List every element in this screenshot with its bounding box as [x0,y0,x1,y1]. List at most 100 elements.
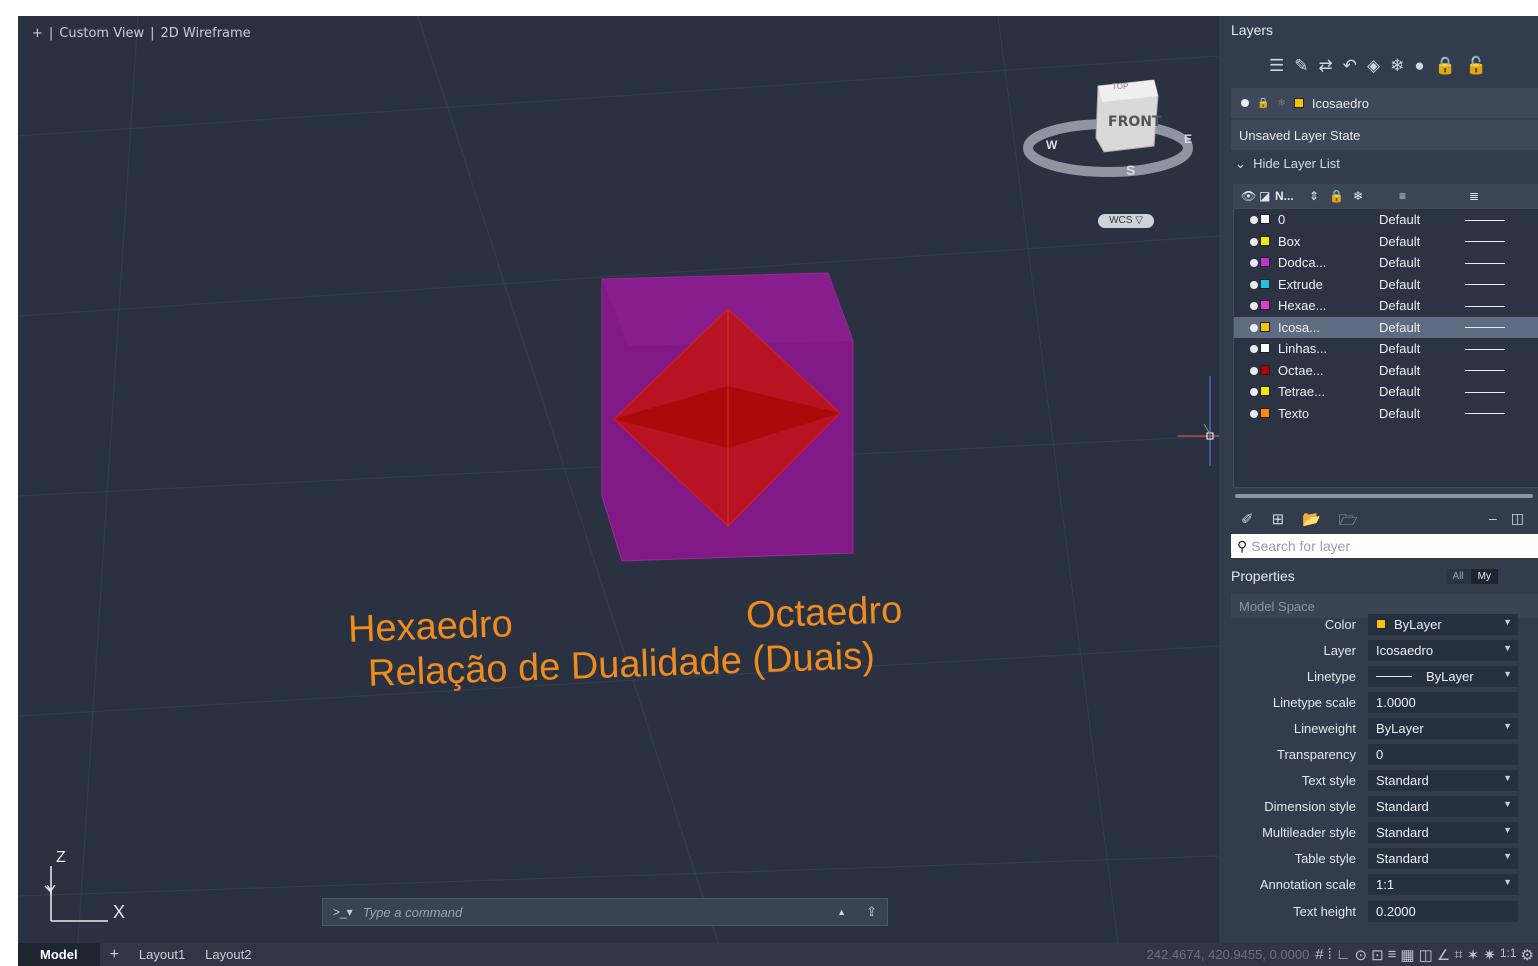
layer-color-swatch[interactable] [1260,300,1270,311]
current-layer-dropdown[interactable]: 🔒 ❄ Icosaedro [1231,88,1538,118]
layer-linetype[interactable]: Default [1379,363,1465,378]
layer-lineweight-line[interactable] [1465,327,1505,329]
ortho-icon[interactable]: ∟ [1336,946,1351,964]
layer-lineweight-line[interactable] [1465,348,1505,350]
off-layer-icon[interactable]: ● [1414,56,1424,76]
layer-row[interactable]: Icosa... Default [1234,316,1538,338]
layer-row[interactable]: Octae... Default [1234,360,1538,382]
lineweight-header-icon[interactable]: ≣ [1469,189,1479,203]
wcs-menu[interactable]: WCS ▽ [1098,214,1154,228]
command-prompt-button[interactable]: >_▾ [323,905,363,919]
compass-s[interactable]: S [1126,162,1135,178]
layer-linetype[interactable]: Default [1379,341,1465,356]
layer-state-dropdown[interactable]: Unsaved Layer State [1231,120,1538,150]
layer-lineweight-line[interactable] [1465,413,1505,415]
layer-lineweight-line[interactable] [1465,219,1505,221]
command-line[interactable]: >_▾ Type a command ▲ ⇪ [322,898,888,926]
viewcube-front-label[interactable]: FRONT [1108,114,1162,130]
layer-linetype[interactable]: Default [1379,406,1465,421]
isolate-layer-icon[interactable]: ◈ [1367,56,1380,76]
layer-color-swatch[interactable] [1260,257,1270,268]
layer-lineweight-line[interactable] [1465,391,1505,393]
property-value-field[interactable]: Standard ▼ [1368,821,1518,843]
compass-e[interactable]: E [1184,132,1192,146]
new-layer-icon[interactable]: ✐ [1241,510,1254,535]
dynamic-ucs-icon[interactable]: ∠ [1437,946,1450,964]
collapse-icon[interactable]: – [1489,510,1497,527]
layer-row[interactable]: Dodca... Default [1234,252,1538,274]
property-value-field[interactable]: 1.0000 [1368,691,1518,713]
layer-color-swatch[interactable] [1260,343,1270,354]
layer-row[interactable]: Extrude Default [1234,274,1538,296]
freeze-layer-icon[interactable]: ❄ [1390,56,1404,76]
layer-color-swatch[interactable] [1260,407,1270,418]
previous-layer-icon[interactable]: ↶ [1343,56,1357,76]
workspace-icon[interactable]: ⚙ [1521,946,1534,964]
layer-linetype[interactable]: Default [1379,320,1465,335]
layer-row[interactable]: Hexae... Default [1234,295,1538,317]
property-value-field[interactable]: ByLayer ▼ [1368,613,1518,635]
text-octaedro[interactable]: Octaedro [745,589,903,637]
layer-lineweight-line[interactable] [1465,262,1505,264]
drawing-viewport[interactable]: + | Custom View | 2D Wireframe TOP FRONT… [18,16,1219,943]
filter-all-button[interactable]: All [1445,568,1471,584]
layer-row[interactable]: Texto Default [1234,403,1538,425]
layer-filter-icon[interactable]: 🗁 [1339,510,1358,535]
annotation-visibility-icon[interactable]: ✶ [1467,946,1480,964]
visual-style-control[interactable]: 2D Wireframe [160,26,250,41]
property-value-field[interactable]: 1:1 ▼ [1368,873,1518,895]
layer-lineweight-line[interactable] [1465,284,1505,286]
layer-lineweight-line[interactable] [1465,370,1505,372]
layer-linetype[interactable]: Default [1379,298,1465,313]
layer-color-swatch[interactable] [1260,386,1270,397]
name-column-header[interactable]: N... [1275,189,1309,203]
osnap-icon[interactable]: ⊡ [1371,946,1384,964]
linetype-header-icon[interactable]: ≡ [1399,189,1469,203]
layer-row[interactable]: Tetrae... Default [1234,381,1538,403]
snap-icon[interactable]: ⁞ [1328,946,1332,964]
new-layer-vp-frozen-icon[interactable]: ⊞ [1272,510,1285,535]
tab-add-layout[interactable]: + [100,943,129,966]
property-value-field[interactable]: 0.2000 [1368,900,1518,922]
command-history-arrow-icon[interactable]: ▲ [827,907,856,917]
unlock-layer-icon[interactable]: 🔓 [1466,56,1487,76]
layer-row[interactable]: Box Default [1234,231,1538,253]
horizontal-scrollbar[interactable] [1235,494,1533,498]
viewport-plus-button[interactable]: + [32,26,43,41]
scale-label[interactable]: 1:1 [1500,946,1517,964]
match-layer-icon[interactable]: ⇄ [1319,56,1333,76]
tab-layout1[interactable]: Layout1 [129,943,195,966]
view-control[interactable]: Custom View [59,26,144,41]
lineweight-icon[interactable]: ≡ [1388,946,1397,964]
transparency-icon[interactable]: ▦ [1400,946,1414,964]
property-value-field[interactable]: Standard ▼ [1368,795,1518,817]
command-input[interactable]: Type a command [363,905,827,920]
tab-model[interactable]: Model [18,943,100,966]
columns-icon[interactable]: ◫ [1511,510,1524,527]
layer-linetype[interactable]: Default [1379,255,1465,270]
freeze-header-icon[interactable]: ❄ [1353,189,1399,203]
layer-lineweight-line[interactable] [1465,241,1505,243]
color-header-icon[interactable]: ◪ [1259,189,1275,203]
layer-color-swatch[interactable] [1260,278,1270,289]
hide-layer-list-toggle[interactable]: ⌄ Hide Layer List [1235,156,1340,172]
layer-linetype[interactable]: Default [1379,277,1465,292]
layer-color-swatch[interactable] [1260,321,1270,332]
text-hexaedro[interactable]: Hexaedro [347,603,513,652]
property-value-field[interactable]: ByLayer ▼ [1368,665,1518,687]
layer-properties-icon[interactable]: ☰ [1269,56,1284,76]
filter-my-button[interactable]: My [1470,568,1498,584]
property-value-field[interactable]: Standard ▼ [1368,847,1518,869]
layer-color-swatch[interactable] [1260,364,1270,375]
property-value-field[interactable]: ByLayer ▼ [1368,717,1518,739]
set-current-icon[interactable]: ✎ [1294,56,1308,76]
property-value-field[interactable]: 0 [1368,743,1518,765]
grid-toggle-icon[interactable]: # [1315,946,1323,964]
layer-row[interactable]: Linhas... Default [1234,338,1538,360]
autoscale-icon[interactable]: ✷ [1483,946,1496,964]
lock-header-icon[interactable]: 🔒 [1329,189,1353,203]
selection-cycling-icon[interactable]: ◫ [1419,946,1433,964]
lock-layer-icon[interactable]: 🔒 [1435,56,1456,76]
annotation-icon[interactable]: ⌗ [1454,946,1462,964]
viewport-controls[interactable]: + | Custom View | 2D Wireframe [32,26,251,41]
